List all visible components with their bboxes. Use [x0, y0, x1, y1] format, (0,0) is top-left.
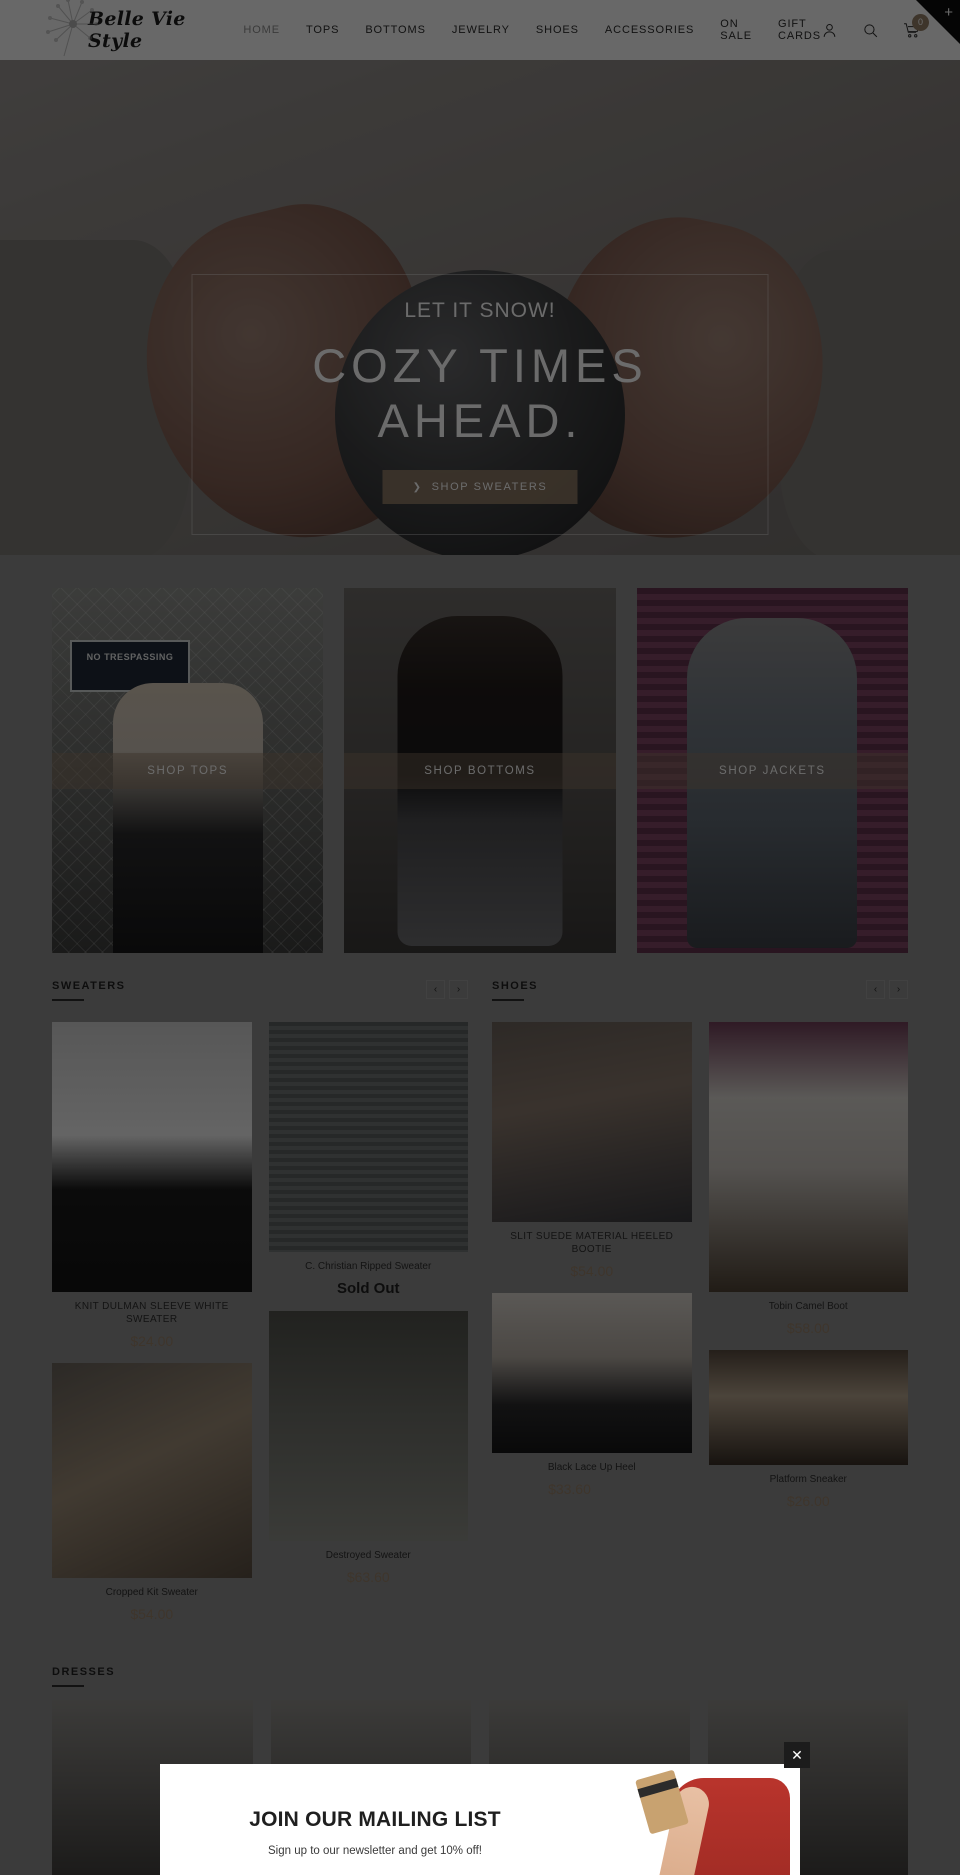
product-card[interactable]: Tobin Camel Boot $58.00: [708, 1022, 908, 1336]
product-image: [492, 1022, 692, 1222]
nav-item-on-sale[interactable]: ON SALE: [720, 18, 752, 42]
newsletter-modal-image: [590, 1764, 800, 1875]
newsletter-modal-content: JOIN OUR MAILING LIST Sign up to our new…: [160, 1764, 590, 1875]
nav-item-bottoms[interactable]: BOTTOMS: [365, 24, 426, 36]
product-price: $54.00: [130, 1606, 174, 1622]
product-image: [268, 1311, 468, 1541]
sweaters-carousel-arrows: ‹ ›: [426, 980, 468, 999]
category-card-bottoms[interactable]: SHOP BOTTOMS: [344, 588, 616, 953]
product-title: Destroyed Sweater: [325, 1550, 411, 1561]
newsletter-subtitle: Sign up to our newsletter and get 10% of…: [268, 1845, 482, 1857]
shop-sweaters-button[interactable]: ❯ SHOP SWEATERS: [382, 470, 578, 505]
category-banner-row: NO TRESPASSING SHOP TOPS SHOP BOTTOMS SH…: [0, 555, 960, 953]
nav-item-home[interactable]: HOME: [243, 24, 280, 36]
product-card[interactable]: Black Lace Up Heel $33.60 $48.00: [492, 1293, 692, 1497]
sign-text: NO TRESPASSING: [86, 652, 174, 662]
product-price: $24.00: [130, 1333, 174, 1349]
product-card[interactable]: KNIT DULMAN SLEEVE WHITE SWEATER $24.00: [52, 1022, 252, 1349]
product-title: Tobin Camel Boot: [768, 1301, 848, 1312]
shoes-prev-button[interactable]: ‹: [866, 980, 885, 999]
product-card[interactable]: SLIT SUEDE MATERIAL HEELED BOOTIE $54.00: [492, 1022, 692, 1279]
site-logo[interactable]: Belle Vie Style: [26, 0, 205, 60]
credit-card-icon: [635, 1769, 689, 1835]
product-image: [708, 1350, 908, 1465]
site-header: Belle Vie Style HOME TOPS BOTTOMS JEWELR…: [0, 0, 960, 60]
category-label-tops: SHOP TOPS: [52, 752, 324, 789]
storefront-page: Belle Vie Style HOME TOPS BOTTOMS JEWELR…: [0, 0, 960, 1875]
main-nav: HOME TOPS BOTTOMS JEWELRY SHOES ACCESSOR…: [243, 18, 821, 42]
product-sections: SWEATERS ‹ › KNIT DULMAN SLEEVE WHITE SW…: [0, 953, 960, 1636]
nav-item-shoes[interactable]: SHOES: [536, 24, 579, 36]
shoes-product-grid: SLIT SUEDE MATERIAL HEELED BOOTIE $54.00…: [492, 1022, 908, 1523]
shoes-section-header: SHOES ‹ ›: [492, 980, 908, 1010]
product-image: [52, 1363, 252, 1578]
nav-item-accessories[interactable]: ACCESSORIES: [605, 24, 694, 36]
newsletter-close-button[interactable]: ✕: [784, 1742, 810, 1768]
chevron-right-icon: ❯: [412, 481, 423, 493]
product-card[interactable]: Cropped Kit Sweater $54.00: [52, 1363, 252, 1622]
hero-kicker: LET IT SNOW!: [404, 299, 556, 322]
category-label-bottoms: SHOP BOTTOMS: [344, 752, 616, 789]
sweaters-product-grid: KNIT DULMAN SLEEVE WHITE SWEATER $24.00 …: [52, 1022, 468, 1636]
product-price: $26.00: [786, 1493, 830, 1509]
product-price: $33.60 $48.00: [492, 1481, 692, 1497]
product-image: [708, 1022, 908, 1292]
nav-item-jewelry[interactable]: JEWELRY: [452, 24, 510, 36]
product-image: [268, 1022, 468, 1252]
hero-title-line-1: COZY TIMES: [312, 339, 648, 392]
category-card-jackets[interactable]: SHOP JACKETS: [636, 588, 908, 953]
product-price: $63.60: [346, 1569, 390, 1585]
shoes-carousel-arrows: ‹ ›: [866, 980, 908, 999]
plus-icon[interactable]: +: [944, 5, 953, 20]
nav-item-tops[interactable]: TOPS: [306, 24, 339, 36]
hero-title-line-2: AHEAD.: [377, 393, 583, 447]
hero-banner: LET IT SNOW! COZY TIMES AHEAD. ❯ SHOP SW…: [0, 60, 960, 555]
sweaters-section-header: SWEATERS ‹ ›: [52, 980, 468, 1010]
product-title: Platform Sneaker: [769, 1474, 847, 1485]
sweaters-title: SWEATERS: [52, 980, 126, 1001]
product-title: KNIT DULMAN SLEEVE WHITE SWEATER: [74, 1301, 229, 1325]
product-price: $58.00: [786, 1320, 830, 1336]
nav-item-gift-cards[interactable]: GIFT CARDS: [778, 18, 821, 42]
hero-content: LET IT SNOW! COZY TIMES AHEAD. ❯ SHOP SW…: [191, 274, 769, 536]
product-title: C. Christian Ripped Sweater: [305, 1261, 432, 1272]
search-icon[interactable]: [862, 22, 879, 39]
product-image: [52, 1022, 252, 1292]
newsletter-modal: JOIN OUR MAILING LIST Sign up to our new…: [160, 1764, 800, 1875]
dandelion-icon: [46, 0, 98, 57]
product-title: SLIT SUEDE MATERIAL HEELED BOOTIE: [510, 1231, 674, 1255]
shop-sweaters-label: SHOP SWEATERS: [431, 481, 548, 494]
product-image: [492, 1293, 692, 1453]
product-compare-price: $48.00: [601, 1485, 636, 1497]
category-card-tops[interactable]: NO TRESPASSING SHOP TOPS: [52, 588, 324, 953]
user-icon[interactable]: [821, 22, 838, 39]
section-shoes: SHOES ‹ › SLIT SUEDE MATERIAL HEELED BOO…: [492, 980, 908, 1636]
section-sweaters: SWEATERS ‹ › KNIT DULMAN SLEEVE WHITE SW…: [52, 980, 468, 1636]
shoes-title: SHOES: [492, 980, 538, 1001]
corner-ribbon: [916, 0, 960, 44]
product-card[interactable]: Destroyed Sweater $63.60: [268, 1311, 468, 1585]
sweaters-prev-button[interactable]: ‹: [426, 980, 445, 999]
dimmed-page-content: Belle Vie Style HOME TOPS BOTTOMS JEWELR…: [0, 0, 960, 1875]
sweaters-next-button[interactable]: ›: [449, 980, 468, 999]
product-sale-price: $33.60: [548, 1481, 591, 1497]
dresses-title: DRESSES: [52, 1666, 908, 1687]
product-title: Cropped Kit Sweater: [105, 1587, 198, 1598]
category-label-jackets: SHOP JACKETS: [636, 752, 908, 789]
product-card[interactable]: C. Christian Ripped Sweater Sold Out: [268, 1022, 468, 1297]
product-title: Black Lace Up Heel: [547, 1462, 636, 1473]
product-price: $54.00: [570, 1263, 614, 1279]
newsletter-title: JOIN OUR MAILING LIST: [249, 1808, 501, 1831]
shoes-next-button[interactable]: ›: [889, 980, 908, 999]
product-card[interactable]: Platform Sneaker $26.00: [708, 1350, 908, 1509]
product-sold-out-badge: Sold Out: [337, 1280, 400, 1297]
